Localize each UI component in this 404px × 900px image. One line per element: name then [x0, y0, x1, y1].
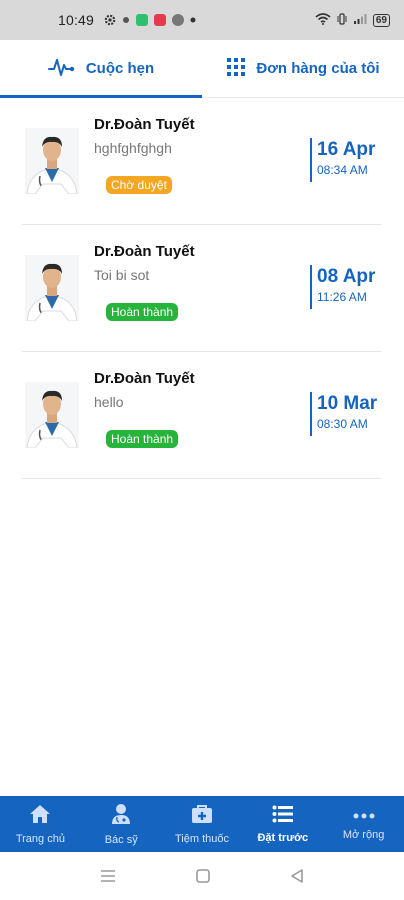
appointment-note: hghfghfghgh	[94, 140, 172, 156]
tab-my-orders[interactable]: Đơn hàng của tôi	[202, 40, 404, 97]
status-badge: Chờ duyệt	[106, 176, 172, 194]
app-icon-grey	[172, 14, 185, 26]
doctor-name: Dr.Đoàn Tuyết	[94, 116, 195, 133]
nav-bookings[interactable]: Đặt trước	[242, 796, 323, 852]
system-nav-bar	[0, 852, 404, 900]
appointment-time: 11:26 AM	[317, 290, 367, 304]
status-bar: 10:49 69	[0, 0, 404, 40]
appointment-item[interactable]: Dr.Đoàn Tuyết hghfghfghgh Chờ duyệt 16 A…	[22, 98, 382, 225]
tab-appointments-label: Cuộc hẹn	[85, 60, 155, 77]
tab-my-orders-label: Đơn hàng của tôi	[256, 60, 380, 77]
list-icon	[272, 805, 294, 828]
medical-bag-icon	[191, 804, 213, 829]
appointment-day: 10 Mar	[317, 393, 378, 414]
appointment-day: 08 Apr	[317, 266, 376, 287]
status-time: 10:49	[58, 12, 95, 28]
nav-home[interactable]: Trang chủ	[0, 796, 81, 852]
app-icon-green	[136, 14, 149, 26]
status-badge: Hoàn thành	[106, 303, 179, 321]
recent-apps-icon[interactable]	[100, 869, 116, 883]
appointment-note: Toi bi sot	[94, 267, 150, 283]
tab-appointments[interactable]: Cuộc hẹn	[0, 40, 202, 98]
doctor-avatar	[25, 128, 79, 194]
status-badge: Hoàn thành	[106, 430, 179, 448]
more-icon	[352, 807, 376, 825]
appointment-item[interactable]: Dr.Đoàn Tuyết hello Hoàn thành 10 Mar 08…	[22, 352, 382, 479]
appointment-date: 10 Mar 08:30 AM	[310, 392, 382, 436]
grid-icon	[226, 57, 246, 81]
home-icon	[29, 804, 51, 829]
nav-bookings-label: Đặt trước	[257, 831, 309, 844]
battery-level: 69	[372, 13, 390, 27]
top-tab-bar: Cuộc hẹn Đơn hàng của tôi	[0, 40, 404, 98]
dot-icon	[190, 17, 196, 23]
appointment-date: 08 Apr 11:26 AM	[310, 265, 382, 309]
vibrate-icon	[337, 12, 347, 28]
appointment-note: hello	[94, 394, 124, 410]
nav-pharmacy-label: Tiệm thuốc	[174, 832, 229, 845]
doctor-name: Dr.Đoàn Tuyết	[94, 243, 195, 260]
doctor-avatar	[25, 382, 79, 448]
doctor-icon	[110, 803, 132, 830]
doctor-avatar	[25, 255, 79, 321]
nav-pharmacy[interactable]: Tiệm thuốc	[162, 796, 243, 852]
gear-icon	[104, 14, 116, 26]
nav-more-label: Mở rộng	[342, 829, 385, 841]
battery-icon: 69	[372, 13, 390, 27]
appointment-time: 08:34 AM	[317, 163, 368, 177]
nav-doctors[interactable]: Bác sỹ	[81, 796, 162, 852]
back-icon[interactable]	[290, 868, 304, 884]
doctor-name: Dr.Đoàn Tuyết	[94, 370, 195, 387]
signal-icon	[353, 12, 367, 28]
app-icon-red	[154, 14, 167, 26]
wifi-icon	[315, 12, 331, 28]
appointment-item[interactable]: Dr.Đoàn Tuyết Toi bi sot Hoàn thành 08 A…	[22, 225, 382, 352]
appointment-date: 16 Apr 08:34 AM	[310, 138, 382, 182]
appointment-day: 16 Apr	[317, 139, 376, 160]
heartbeat-icon	[47, 57, 76, 81]
nav-more[interactable]: Mở rộng	[323, 796, 404, 852]
home-button-icon[interactable]	[195, 868, 211, 884]
nav-doctors-label: Bác sỹ	[104, 833, 138, 846]
dot-icon	[122, 16, 130, 24]
appointment-time: 08:30 AM	[317, 417, 368, 431]
appointment-list: Dr.Đoàn Tuyết hghfghfghgh Chờ duyệt 16 A…	[0, 98, 404, 479]
bottom-nav: Trang chủ Bác sỹ Tiệm thuốc Đặt trước Mở…	[0, 796, 404, 852]
nav-home-label: Trang chủ	[15, 832, 65, 845]
